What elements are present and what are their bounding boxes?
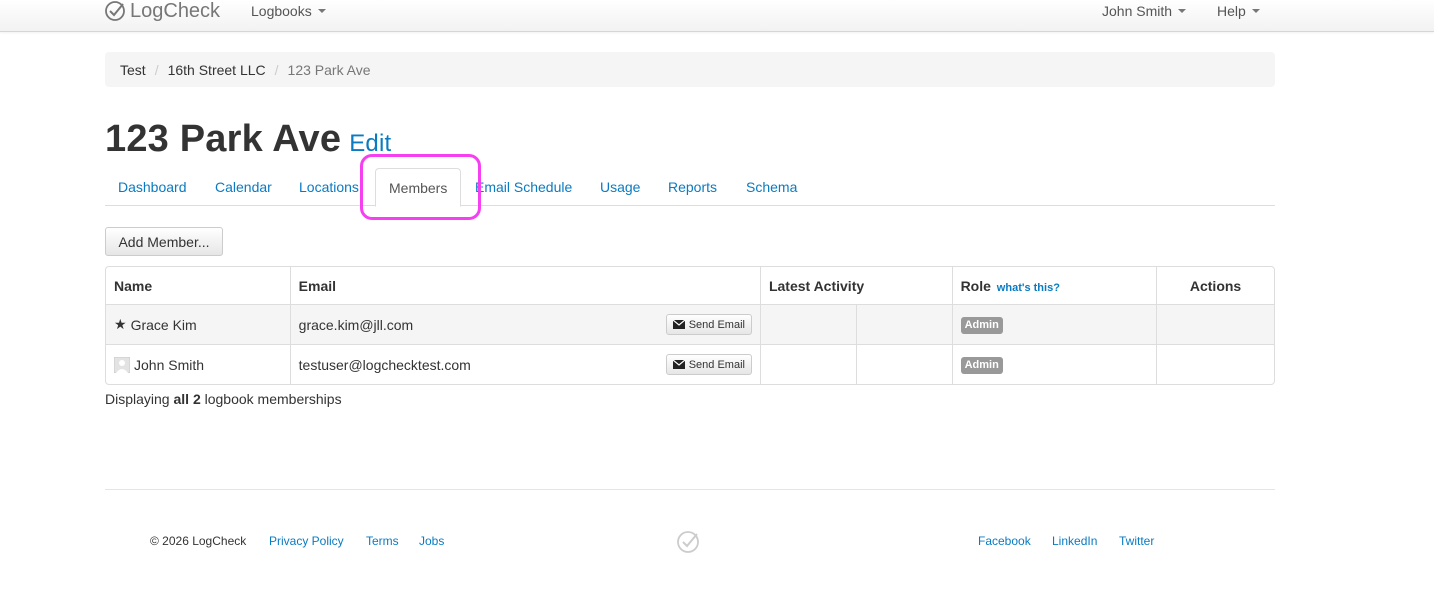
breadcrumb-item-16th-street[interactable]: 16th Street LLC (168, 62, 266, 78)
role-badge: Admin (960, 317, 1003, 334)
brand-name: LogCheck (130, 0, 221, 22)
actions-cell (1157, 345, 1274, 384)
logbooks-dropdown[interactable]: Logbooks (251, 3, 326, 19)
footer-link-privacy[interactable]: Privacy Policy (269, 534, 344, 548)
summary-suffix: logbook memberships (204, 391, 342, 407)
summary-prefix: Displaying (105, 391, 170, 407)
member-name: John Smith (134, 356, 205, 373)
column-header-role: Role what's this? (952, 267, 1158, 305)
footer-link-facebook[interactable]: Facebook (978, 534, 1031, 548)
actions-cell (1157, 305, 1274, 345)
tab-calendar[interactable]: Calendar (215, 168, 272, 206)
member-name-cell: ★ Grace Kim (106, 305, 291, 345)
role-cell: Admin (953, 345, 1158, 384)
help-label: Help (1217, 3, 1246, 19)
breadcrumb: Test / 16th Street LLC / 123 Park Ave (105, 52, 1275, 87)
activity-cell (761, 345, 857, 384)
tab-schema[interactable]: Schema (746, 168, 797, 206)
role-header-label: Role (960, 277, 991, 294)
star-icon: ★ (114, 316, 127, 332)
activity-cell (856, 305, 953, 345)
edit-link[interactable]: Edit (349, 130, 391, 157)
members-table: Name Email Latest Activity Role what's t… (105, 266, 1275, 385)
add-member-button[interactable]: Add Member... (105, 227, 223, 256)
send-email-button[interactable]: Send Email (665, 314, 752, 335)
footer-link-twitter[interactable]: Twitter (1119, 534, 1154, 548)
tab-email-schedule[interactable]: Email Schedule (475, 168, 572, 206)
column-header-name: Name (106, 267, 291, 305)
send-email-button[interactable]: Send Email (665, 354, 752, 375)
member-name: Grace Kim (130, 316, 197, 333)
breadcrumb-item-test[interactable]: Test (120, 62, 146, 78)
envelope-icon (672, 320, 685, 329)
footer-link-jobs[interactable]: Jobs (419, 534, 444, 548)
logcheck-icon (105, 1, 125, 21)
column-header-actions: Actions (1157, 267, 1274, 305)
chevron-down-icon (1178, 9, 1187, 13)
breadcrumb-separator: / (154, 61, 159, 78)
breadcrumb-separator: / (274, 61, 279, 78)
chevron-down-icon (1251, 9, 1260, 13)
user-dropdown[interactable]: John Smith (1102, 3, 1187, 19)
logcheck-footer-icon (677, 531, 699, 553)
tab-locations[interactable]: Locations (299, 168, 359, 206)
member-email-cell: testuser@logchecktest.com Send Email (291, 345, 761, 384)
role-cell: Admin (952, 305, 1158, 345)
send-email-label: Send Email (688, 358, 745, 371)
help-dropdown[interactable]: Help (1217, 3, 1260, 19)
member-email: grace.kim@jll.com (298, 316, 414, 333)
brand-logo[interactable]: LogCheck (104, 0, 220, 23)
column-header-latest-activity: Latest Activity (760, 267, 953, 305)
chevron-down-icon (317, 9, 326, 13)
tab-members[interactable]: Members (375, 168, 462, 207)
table-row: ★ Grace Kim grace.kim@jll.com Send Email… (106, 305, 1274, 345)
page-title-heading: 123 Park Ave Edit (105, 118, 391, 161)
avatar-placeholder-icon (114, 356, 130, 373)
activity-cell (760, 305, 857, 345)
footer-divider (105, 489, 1275, 490)
tab-usage[interactable]: Usage (600, 168, 640, 206)
envelope-icon (672, 360, 685, 369)
column-header-email: Email (290, 267, 761, 305)
logbooks-label: Logbooks (251, 3, 312, 19)
footer-link-linkedin[interactable]: LinkedIn (1052, 534, 1097, 548)
tab-reports[interactable]: Reports (668, 168, 717, 206)
membership-summary: Displaying all 2 logbook memberships (105, 391, 342, 407)
top-navbar: LogCheck Logbooks John Smith Help (0, 0, 1434, 32)
member-name-cell: John Smith (106, 345, 291, 384)
footer-copyright: © 2026 LogCheck (150, 534, 247, 548)
table-header-row: Name Email Latest Activity Role what's t… (106, 267, 1274, 305)
footer-link-terms[interactable]: Terms (366, 534, 399, 548)
user-label: John Smith (1102, 3, 1173, 19)
breadcrumb-item-current: 123 Park Ave (287, 61, 371, 78)
member-email-cell: grace.kim@jll.com Send Email (290, 305, 761, 345)
member-email: testuser@logchecktest.com (298, 356, 471, 373)
role-help-link[interactable]: what's this? (997, 282, 1060, 294)
table-row: John Smith testuser@logchecktest.com Sen… (106, 345, 1274, 384)
summary-count: all 2 (173, 391, 201, 407)
page-title: 123 Park Ave (105, 118, 342, 160)
logbook-tabs: Dashboard Calendar Locations Members Ema… (105, 168, 1275, 207)
role-badge: Admin (960, 357, 1003, 374)
activity-cell (857, 345, 953, 384)
send-email-label: Send Email (688, 318, 745, 331)
tab-dashboard[interactable]: Dashboard (118, 168, 187, 206)
